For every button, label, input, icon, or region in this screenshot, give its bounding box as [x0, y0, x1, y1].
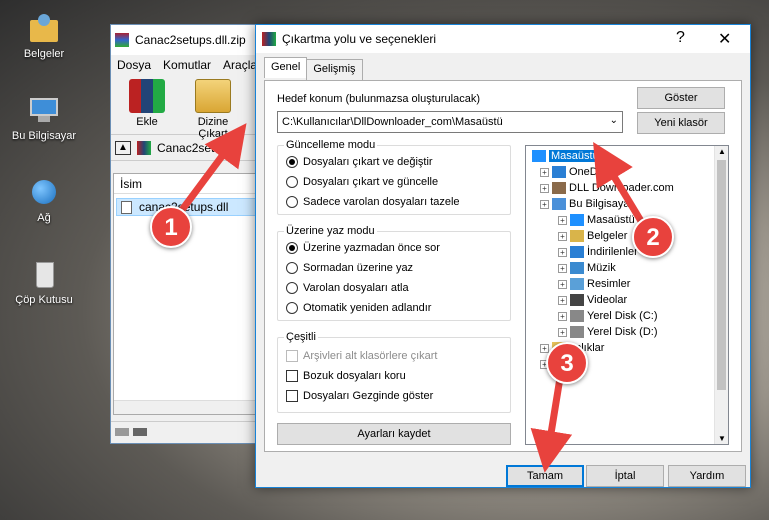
arrow-1 [173, 123, 247, 221]
annotation-badge-2: 2 [632, 216, 674, 258]
arrow-2 [593, 142, 647, 228]
annotation-badge-1: 1 [150, 206, 192, 248]
annotation-arrows [173, 123, 647, 473]
arrow-3 [530, 377, 573, 473]
annotation-badge-3: 3 [546, 342, 588, 384]
